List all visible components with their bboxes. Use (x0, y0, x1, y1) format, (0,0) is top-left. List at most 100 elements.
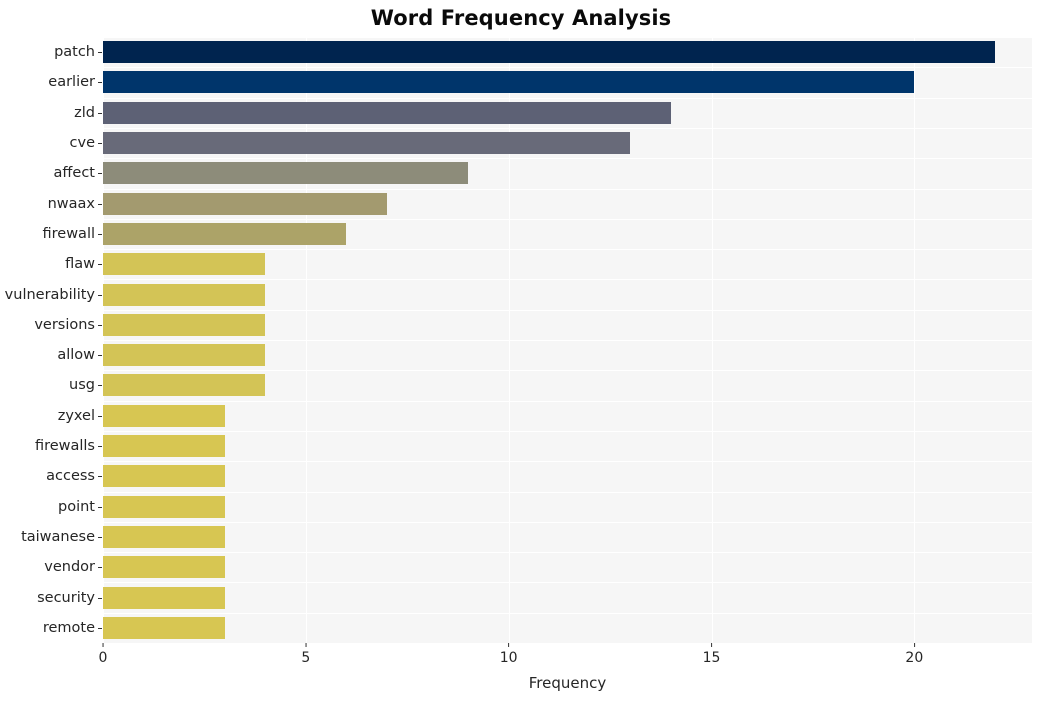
y-axis-tick-label: point (58, 498, 95, 515)
x-axis-tick: 20 (905, 643, 923, 666)
y-axis-tick-mark (98, 627, 102, 629)
y-axis-tick-mark (98, 385, 102, 387)
bar[interactable] (103, 586, 225, 609)
bar-row[interactable] (103, 279, 1032, 309)
bar[interactable] (103, 435, 225, 458)
bar[interactable] (103, 162, 469, 185)
bar-row[interactable] (103, 98, 1032, 128)
bar-row[interactable] (103, 340, 1032, 370)
y-axis-tick-mark (98, 476, 102, 478)
y-axis-tick-label: versions (34, 316, 95, 333)
y-axis-tick-mark (98, 597, 102, 599)
bar[interactable] (103, 313, 266, 336)
y-axis-tick-label: nwaax (47, 195, 95, 212)
x-axis-tick-label: 10 (499, 650, 518, 666)
y-axis-tick-label: zyxel (57, 407, 95, 424)
bar-row[interactable] (103, 613, 1032, 643)
y-axis-tick-label: firewall (42, 225, 96, 242)
y-axis-tick-mark (98, 324, 102, 326)
bar[interactable] (103, 465, 225, 488)
bar[interactable] (103, 374, 266, 397)
x-axis-tick-mark (508, 643, 510, 647)
bar-row[interactable] (103, 401, 1032, 431)
y-axis-tick-mark (98, 506, 102, 508)
y-axis-tick-mark (98, 173, 102, 175)
y-axis-labels: patch earlier zld cve affect nwaax firewall fla… (0, 37, 95, 643)
bars-layer (103, 37, 1032, 643)
word-frequency-chart-figure: Word Frequency Analysis patch earlier zld c… (0, 0, 1042, 701)
y-axis-tick-mark (98, 82, 102, 84)
bar-row[interactable] (103, 310, 1032, 340)
y-axis-tick-label: vulnerability (4, 286, 95, 303)
y-axis-tick-mark (98, 355, 102, 357)
bar-row[interactable] (103, 67, 1032, 97)
bar[interactable] (103, 616, 225, 639)
y-axis-tick-label: cve (69, 135, 95, 152)
x-axis-tick-mark (710, 643, 712, 647)
x-axis-tick: 0 (98, 643, 108, 666)
bar-row[interactable] (103, 552, 1032, 582)
y-axis-tick-mark (98, 52, 102, 54)
x-axis-tick-label: 15 (702, 650, 721, 666)
y-axis-tick-label: earlier (48, 74, 95, 91)
x-axis-tick-label: 0 (98, 650, 108, 666)
bar[interactable] (103, 525, 225, 548)
bar[interactable] (103, 41, 996, 64)
x-axis-tick-label: 5 (301, 650, 311, 666)
y-axis-tick-label: zld (74, 104, 95, 121)
bar-row[interactable] (103, 219, 1032, 249)
y-axis-tick-mark (98, 203, 102, 205)
x-axis-tick-mark (102, 643, 104, 647)
y-axis-tick-mark (98, 112, 102, 114)
bar-row[interactable] (103, 158, 1032, 188)
y-axis-tick-label: affect (53, 165, 95, 182)
y-axis-tick-label: security (37, 589, 95, 606)
bar-row[interactable] (103, 492, 1032, 522)
bar-row[interactable] (103, 128, 1032, 158)
bar[interactable] (103, 192, 387, 215)
bar[interactable] (103, 101, 671, 124)
y-axis-tick-label: allow (57, 347, 95, 364)
bar[interactable] (103, 283, 266, 306)
chart-title: Word Frequency Analysis (370, 6, 672, 30)
y-axis-tick-mark (98, 233, 102, 235)
bar[interactable] (103, 495, 225, 518)
y-axis-tick-mark (98, 143, 102, 145)
y-axis-tick-label: firewalls (34, 438, 95, 455)
x-axis-tick-label: 20 (905, 650, 924, 666)
x-axis-tick: 10 (500, 643, 518, 666)
y-axis-tick-label: vendor (44, 559, 95, 576)
y-axis-tick-mark (98, 415, 102, 417)
x-axis-label: Frequency (528, 674, 607, 692)
bar[interactable] (103, 71, 915, 94)
bar-row[interactable] (103, 189, 1032, 219)
y-axis-tick-label: patch (54, 44, 95, 61)
y-axis-tick-label: access (46, 468, 95, 485)
y-axis-tick-mark (98, 294, 102, 296)
bar[interactable] (103, 253, 266, 276)
bar[interactable] (103, 404, 225, 427)
x-axis-tick-mark (913, 643, 915, 647)
bar-row[interactable] (103, 370, 1032, 400)
bar-row[interactable] (103, 37, 1032, 67)
bar-row[interactable] (103, 431, 1032, 461)
plot-area (103, 37, 1032, 644)
y-axis-tick-mark (98, 567, 102, 569)
bar[interactable] (103, 344, 266, 367)
y-axis-tick-label: taiwanese (21, 528, 95, 545)
bar-row[interactable] (103, 582, 1032, 612)
y-axis-tick-label: usg (69, 377, 95, 394)
x-axis-tick-mark (305, 643, 307, 647)
bar[interactable] (103, 556, 225, 579)
x-axis-ticks: 0 5 10 15 20 (99, 643, 1032, 673)
bar[interactable] (103, 132, 631, 155)
x-axis-tick: 5 (301, 643, 310, 666)
bar-row[interactable] (103, 461, 1032, 491)
bar-row[interactable] (103, 522, 1032, 552)
y-axis-tick-mark (98, 446, 102, 448)
bar-row[interactable] (103, 249, 1032, 279)
y-axis-tick-mark (98, 536, 102, 538)
bar[interactable] (103, 222, 347, 245)
y-axis-tick-label: flaw (65, 256, 95, 273)
y-axis-tick-mark (98, 264, 102, 266)
